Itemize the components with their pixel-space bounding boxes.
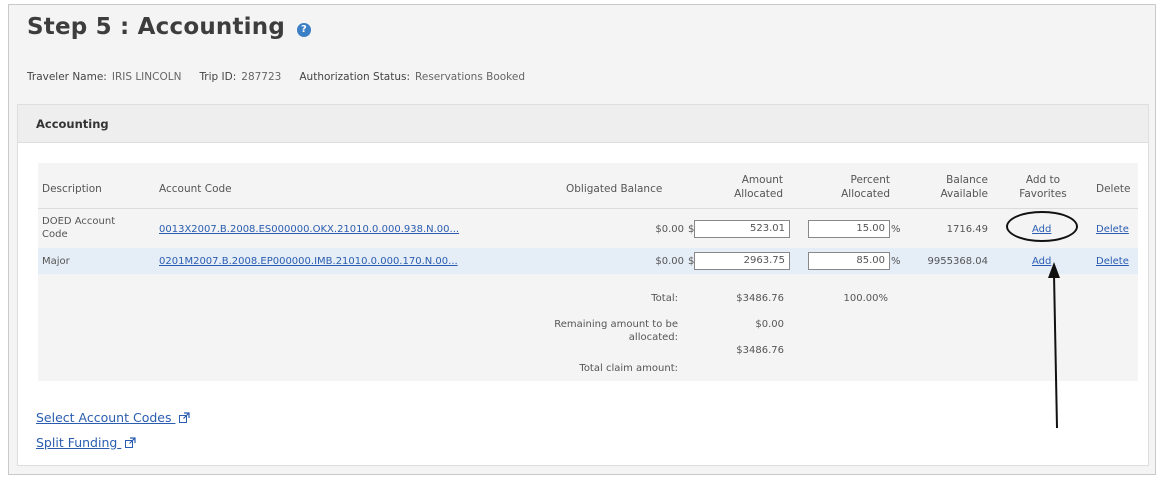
col-header-balance-line2: Available	[940, 188, 988, 200]
row1-description-line1: DOED Account	[42, 216, 116, 227]
row2-delete-link[interactable]: Delete	[1096, 255, 1129, 268]
row1-balance-available: 1716.49	[946, 224, 988, 235]
col-header-favorites-line1: Add to	[1025, 174, 1061, 186]
row1-percent-input[interactable]: 15.00	[808, 220, 890, 238]
row1-delete-link[interactable]: Delete	[1096, 223, 1129, 236]
row2-account-code-link[interactable]: 0201M2007.B.2008.EP000000.IMB.21010.0.00…	[159, 255, 458, 268]
remaining-label-line1: Remaining amount to be	[554, 319, 678, 330]
total-claim-label: Total claim amount:	[579, 363, 678, 374]
row1-amount-input[interactable]: 523.01	[694, 220, 790, 238]
col-header-amount-line1: Amount	[741, 174, 783, 186]
remaining-label: Remaining amount to be allocated:	[518, 318, 678, 344]
total-percent: 100.00%	[843, 293, 889, 304]
select-account-codes-label: Select Account Codes	[36, 410, 172, 425]
total-label: Total:	[651, 293, 678, 304]
trip-id-label: Trip ID:	[199, 71, 237, 83]
authorization-status-value: Reservations Booked	[415, 71, 526, 83]
split-funding-link[interactable]: Split Funding	[36, 435, 136, 450]
accounting-section-title: Accounting	[18, 105, 1148, 143]
col-header-amount-line2: Allocated	[734, 188, 783, 200]
row2-description: Major	[42, 256, 70, 267]
page-title-text: Step 5 : Accounting	[27, 14, 285, 40]
traveler-name-value: IRIS LINCOLN	[111, 71, 182, 83]
row2-amount-input[interactable]: 2963.75	[694, 252, 790, 270]
row1-account-code-link[interactable]: 0013X2007.B.2008.ES000000.OKX.21010.0.00…	[159, 223, 459, 236]
col-header-percent-line2: Allocated	[841, 188, 890, 200]
col-header-percent-line1: Percent	[850, 174, 890, 186]
col-header-favorites-line2: Favorites	[1019, 188, 1067, 200]
trip-meta: Traveler Name: IRIS LINCOLN Trip ID: 287…	[27, 71, 543, 83]
row2-percent-sign: %	[891, 256, 901, 267]
page-title: Step 5 : Accounting ?	[27, 14, 311, 40]
header-divider	[38, 208, 1138, 209]
annotation-circle	[1006, 211, 1078, 242]
split-funding-label: Split Funding	[36, 435, 118, 450]
external-link-icon	[125, 436, 136, 448]
trip-id-value: 287723	[241, 71, 282, 83]
remaining-amount: $0.00	[755, 319, 784, 330]
external-link-icon	[179, 411, 191, 423]
annotation-arrow-icon	[1048, 262, 1060, 428]
row1-description: DOED Account Code	[42, 215, 142, 241]
row2-percent-input[interactable]: 85.00	[808, 252, 890, 270]
accounting-section: Accounting Description Account Code Obli…	[17, 104, 1149, 466]
col-header-balance-available: Balance Available	[916, 173, 988, 201]
traveler-name-label: Traveler Name:	[27, 71, 107, 83]
remaining-label-line2: allocated:	[628, 332, 678, 343]
col-header-description: Description	[42, 183, 102, 195]
col-header-percent-allocated: Percent Allocated	[816, 173, 890, 201]
authorization-status-label: Authorization Status:	[299, 71, 411, 83]
total-amount: $3486.76	[736, 293, 784, 304]
col-header-obligated-balance: Obligated Balance	[566, 183, 663, 195]
total-claim-amount: $3486.76	[736, 345, 784, 356]
row1-obligated-balance: $0.00	[655, 224, 684, 235]
col-header-amount-allocated: Amount Allocated	[718, 173, 783, 201]
row1-description-line2: Code	[42, 229, 68, 240]
row1-percent-sign: %	[891, 224, 901, 235]
col-header-balance-line1: Balance	[946, 174, 988, 186]
col-header-delete: Delete	[1096, 183, 1131, 195]
select-account-codes-link[interactable]: Select Account Codes	[36, 410, 191, 425]
accounting-table: Description Account Code Obligated Balan…	[38, 163, 1138, 381]
row2-balance-available: 9955368.04	[927, 256, 988, 267]
col-header-add-to-favorites: Add to Favorites	[1013, 173, 1073, 201]
help-icon[interactable]: ?	[296, 23, 311, 37]
row2-obligated-balance: $0.00	[655, 256, 684, 267]
col-header-account-code: Account Code	[159, 183, 232, 195]
